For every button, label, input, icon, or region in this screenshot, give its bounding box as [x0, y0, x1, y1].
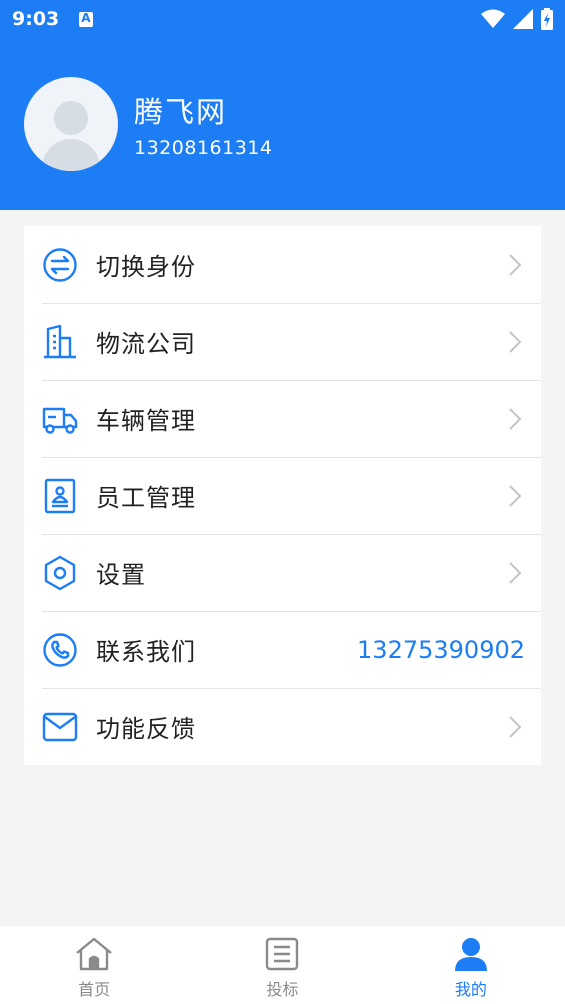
wifi-icon — [481, 9, 505, 28]
chevron-right-icon — [505, 253, 525, 276]
truck-icon — [42, 401, 78, 437]
menu-item-switch-identity[interactable]: 切换身份 — [24, 226, 541, 303]
status-time: 9:03 — [12, 8, 60, 30]
notification-a-icon — [79, 11, 94, 27]
profile-phone: 13208161314 — [134, 137, 273, 159]
status-bar: 9:03 — [0, 0, 565, 38]
profile-name: 腾飞网 — [134, 95, 228, 129]
settings-menu: 切换身份 物流公司 车辆管理 员工管理 设置 联系我们 13275390902 … — [24, 226, 541, 765]
tab-label: 我的 — [454, 980, 487, 999]
profile-header: 9:03 腾飞网 13208161314 — [0, 0, 565, 210]
user-icon — [451, 934, 491, 974]
menu-item-staff-management[interactable]: 员工管理 — [24, 457, 541, 534]
menu-item-contact-us[interactable]: 联系我们 13275390902 — [24, 611, 541, 688]
phone-icon — [42, 632, 78, 668]
menu-item-settings[interactable]: 设置 — [24, 534, 541, 611]
chevron-right-icon — [505, 484, 525, 507]
profile-card[interactable]: 腾飞网 13208161314 — [24, 77, 272, 171]
signal-icon — [513, 9, 533, 29]
menu-label: 切换身份 — [96, 253, 196, 281]
mail-icon — [42, 709, 78, 745]
switch-icon — [42, 247, 78, 283]
document-icon — [262, 934, 302, 974]
tab-home[interactable]: 首页 — [0, 926, 188, 1004]
id-card-icon — [42, 478, 78, 514]
menu-label: 功能反馈 — [96, 715, 196, 743]
chevron-right-icon — [505, 407, 525, 430]
chevron-right-icon — [505, 561, 525, 584]
chevron-right-icon — [505, 715, 525, 738]
home-icon — [74, 934, 114, 974]
menu-label: 物流公司 — [96, 330, 196, 358]
avatar[interactable] — [24, 77, 118, 171]
menu-label: 车辆管理 — [96, 407, 196, 435]
menu-item-vehicle-management[interactable]: 车辆管理 — [24, 380, 541, 457]
tab-label: 首页 — [78, 980, 111, 999]
tab-label: 投标 — [266, 980, 299, 999]
tab-mine[interactable]: 我的 — [377, 926, 565, 1004]
menu-label: 员工管理 — [96, 484, 196, 512]
menu-label: 联系我们 — [96, 638, 196, 666]
bottom-tab-bar: 首页 投标 我的 — [0, 926, 565, 1004]
battery-icon — [541, 8, 553, 30]
tab-bidding[interactable]: 投标 — [188, 926, 376, 1004]
menu-label: 设置 — [96, 561, 146, 589]
chevron-right-icon — [505, 330, 525, 353]
contact-phone-number[interactable]: 13275390902 — [357, 636, 525, 664]
menu-item-logistics-company[interactable]: 物流公司 — [24, 303, 541, 380]
menu-item-feedback[interactable]: 功能反馈 — [24, 688, 541, 765]
building-icon — [42, 324, 78, 360]
hex-settings-icon — [42, 555, 78, 591]
